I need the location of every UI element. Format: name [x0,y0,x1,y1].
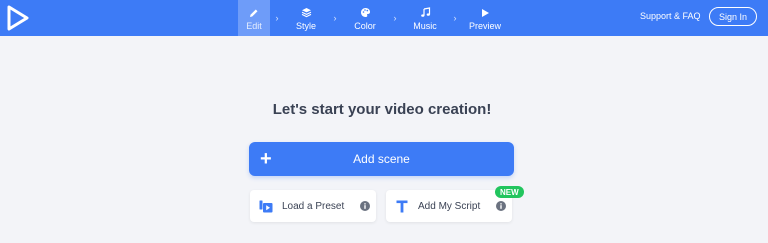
pencil-icon [249,6,259,20]
top-navigation-bar: Edit › Style › Color › Music › Preview S… [0,0,768,36]
add-scene-button[interactable]: + Add scene [249,142,514,176]
add-my-script-label: Add My Script [418,200,481,212]
step-label: Style [295,20,316,31]
text-t-icon [386,200,418,213]
step-edit[interactable]: Edit [238,0,270,36]
chevron-right-icon: › [275,13,279,23]
step-label: Edit [246,20,262,31]
load-preset-button[interactable]: Load a Preset [250,190,376,222]
step-preview[interactable]: Preview [462,0,508,36]
logo-icon[interactable] [0,0,36,36]
add-scene-label: Add scene [353,152,410,166]
add-my-script-button[interactable]: Add My Script [386,190,512,222]
preset-icon [250,200,282,213]
step-music[interactable]: Music [402,0,448,36]
chevron-right-icon: › [333,13,337,23]
new-badge: NEW [495,186,524,198]
info-icon[interactable] [490,201,512,211]
step-style[interactable]: Style [284,0,328,36]
wizard-steps: Edit › Style › Color › Music › Preview [238,0,508,36]
music-note-icon [420,6,431,20]
page-title: Let's start your video creation! [272,101,492,118]
support-faq-link[interactable]: Support & FAQ [640,11,701,21]
step-color[interactable]: Color [342,0,388,36]
info-icon[interactable] [354,201,376,211]
layers-icon [301,6,312,20]
palette-icon [360,6,371,20]
chevron-right-icon: › [453,13,457,23]
sign-in-button[interactable]: Sign In [709,7,757,26]
load-preset-label: Load a Preset [282,200,345,212]
chevron-right-icon: › [393,13,397,23]
step-label: Music [413,20,437,31]
step-label: Preview [468,20,501,31]
step-label: Color [354,20,376,31]
play-icon [480,6,490,20]
